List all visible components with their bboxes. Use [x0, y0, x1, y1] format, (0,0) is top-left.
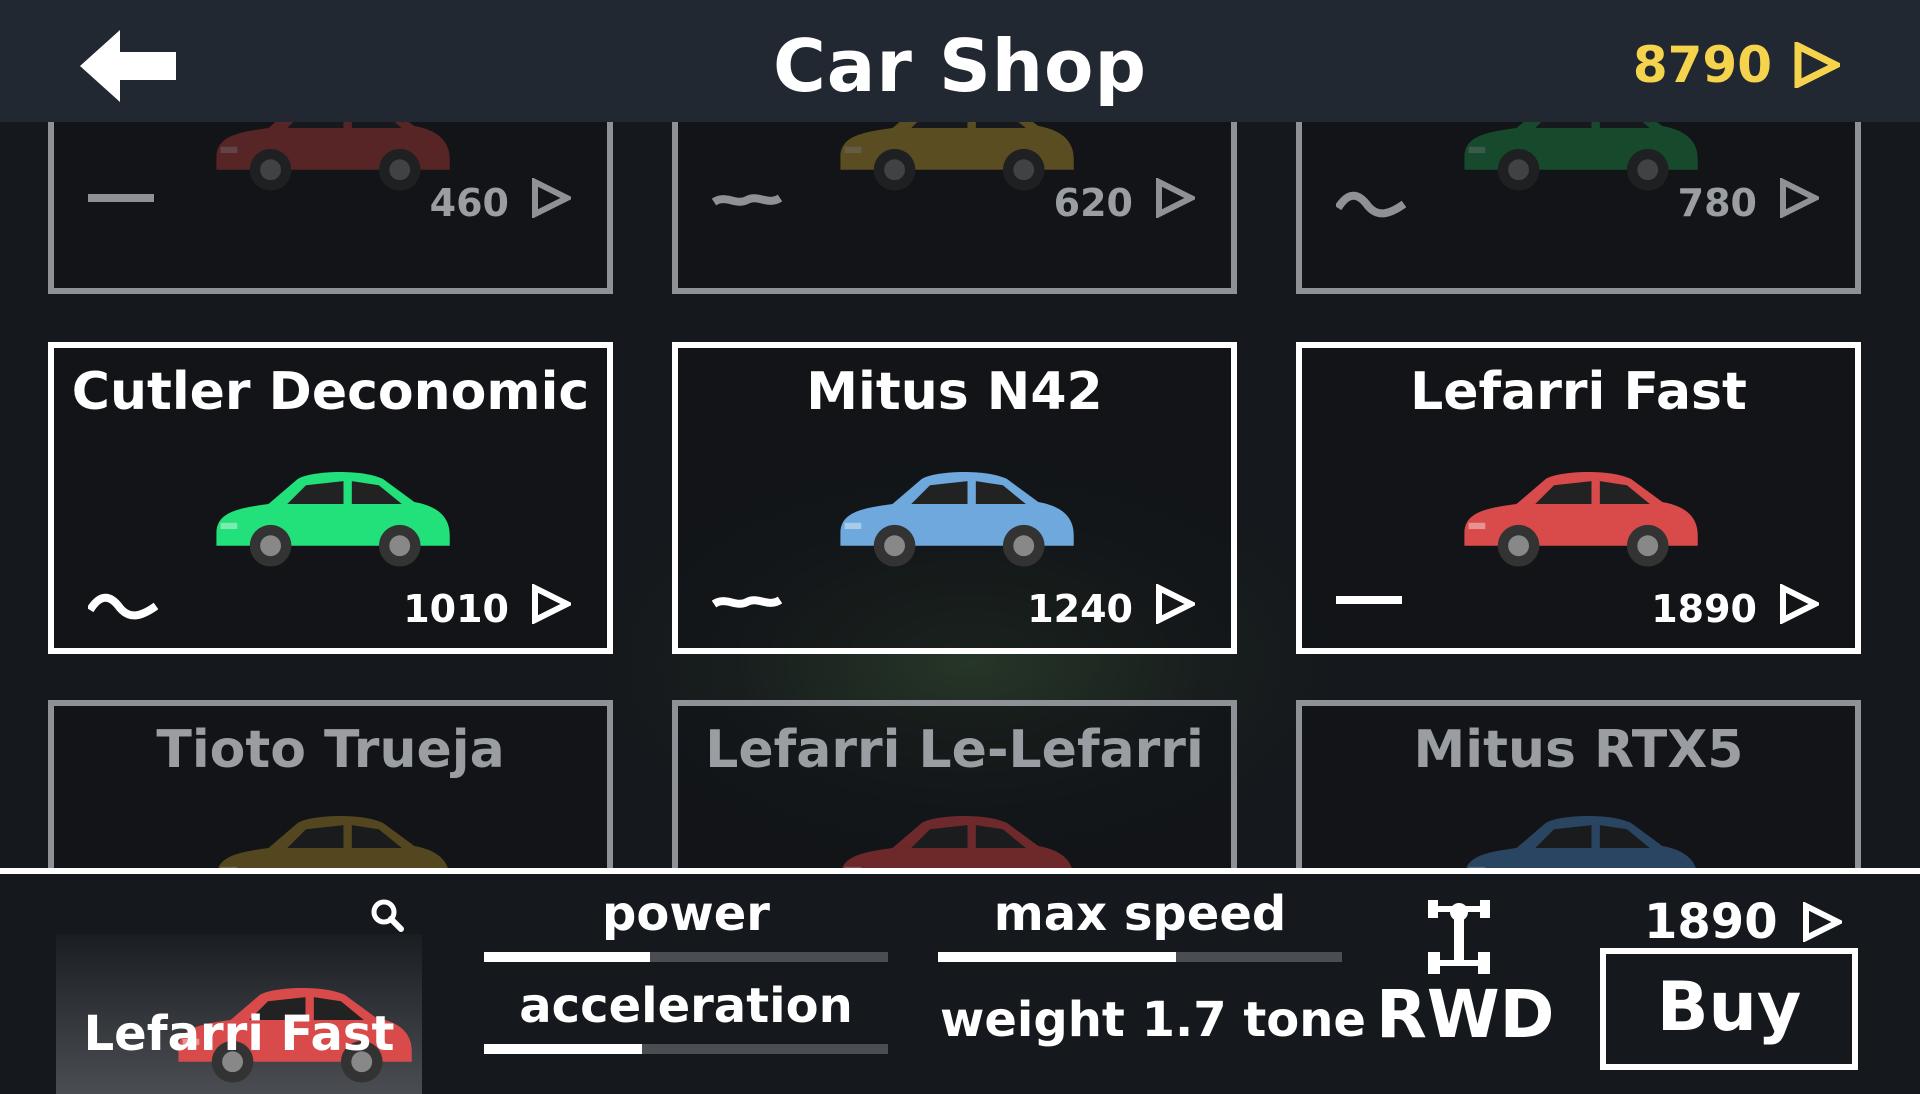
drivetrain-label: RWD	[1376, 976, 1555, 1053]
car-card-price: 620	[1053, 177, 1198, 227]
car-card[interactable]: Lefarri Fast 1890	[1296, 342, 1861, 654]
car-card-price: 1010	[403, 583, 574, 633]
car-card-name: Mitus RTX5	[1413, 720, 1744, 780]
car-image	[830, 458, 1080, 577]
max-speed-stat: max speed	[938, 886, 1342, 962]
flat-line-icon	[1336, 592, 1406, 612]
car-card-price: 1890	[1651, 583, 1822, 633]
car-card-name: Lefarri Fast	[1410, 362, 1747, 422]
max-speed-bar	[938, 952, 1342, 962]
acceleration-bar-fill	[484, 1044, 642, 1054]
car-image	[830, 122, 1080, 201]
car-card[interactable]: 620	[672, 122, 1237, 294]
car-grid: 460 620 780 Cutler Deconomic 1010 Mitus N4…	[0, 122, 1920, 868]
car-card[interactable]: Cutler Deconomic 1010	[48, 342, 613, 654]
car-card-price-value: 460	[429, 180, 509, 225]
triangle-coin-icon	[1155, 583, 1198, 633]
car-card-price: 780	[1677, 177, 1822, 227]
small-wave-icon	[711, 592, 783, 616]
small-wave-icon	[711, 190, 783, 214]
acceleration-label: acceleration	[519, 978, 853, 1034]
power-label: power	[602, 886, 770, 942]
power-bar-fill	[484, 952, 650, 962]
car-image	[830, 802, 1080, 868]
drivetrain-icon	[1426, 898, 1492, 980]
car-image	[1454, 122, 1704, 201]
selected-car-name: Lefarri Fast	[83, 1006, 395, 1062]
triangle-coin-icon	[1779, 177, 1822, 227]
car-card-name: Mitus N42	[806, 362, 1103, 422]
triangle-coin-icon	[1794, 42, 1840, 88]
car-details-panel: Lefarri Fast power max speed acceleratio…	[0, 868, 1920, 1094]
triangle-coin-icon	[531, 583, 574, 633]
car-image	[206, 802, 456, 868]
flat-line-icon	[88, 190, 158, 210]
car-card-name: Lefarri Le-Lefarri	[705, 720, 1204, 780]
buy-button[interactable]: Buy	[1600, 948, 1858, 1070]
car-card-price-value: 780	[1677, 180, 1757, 225]
top-bar: Car Shop 8790	[0, 0, 1920, 122]
car-card[interactable]: Tioto Trueja	[48, 700, 613, 868]
car-card-price-value: 620	[1053, 180, 1133, 225]
wave-icon	[86, 592, 159, 626]
zoom-button[interactable]	[370, 898, 404, 936]
car-card[interactable]: 780	[1296, 122, 1861, 294]
car-image	[1454, 802, 1704, 868]
car-card-price: 460	[429, 177, 574, 227]
power-stat: power	[484, 886, 888, 962]
buy-price: 1890	[1644, 894, 1842, 950]
car-card[interactable]: Mitus N42 1240	[672, 342, 1237, 654]
car-card[interactable]: 460	[48, 122, 613, 294]
triangle-coin-icon	[531, 177, 574, 227]
weight-text: weight 1.7 tone	[940, 992, 1366, 1048]
max-speed-bar-fill	[938, 952, 1177, 962]
car-card[interactable]: Mitus RTX5	[1296, 700, 1861, 868]
max-speed-label: max speed	[993, 886, 1287, 942]
currency-display: 8790	[1633, 36, 1840, 94]
currency-amount: 8790	[1632, 36, 1772, 94]
car-card-name: Tioto Trueja	[156, 720, 505, 780]
car-image	[206, 458, 456, 577]
car-card-price-value: 1010	[403, 586, 509, 631]
car-card-price-value: 1240	[1027, 586, 1133, 631]
car-card[interactable]: Lefarri Le-Lefarri	[672, 700, 1237, 868]
magnifier-icon	[371, 899, 404, 932]
car-card-price-value: 1890	[1651, 586, 1757, 631]
car-card-name: Cutler Deconomic	[71, 362, 590, 422]
triangle-coin-icon	[1779, 583, 1822, 633]
acceleration-bar	[484, 1044, 888, 1054]
buy-price-value: 1890	[1644, 894, 1778, 950]
triangle-coin-icon	[1802, 902, 1842, 942]
car-card-price: 1240	[1027, 583, 1198, 633]
wave-icon	[1334, 190, 1407, 224]
power-bar	[484, 952, 888, 962]
car-image	[206, 122, 456, 201]
car-image	[1454, 458, 1704, 577]
acceleration-stat: acceleration	[484, 978, 888, 1054]
triangle-coin-icon	[1155, 177, 1198, 227]
